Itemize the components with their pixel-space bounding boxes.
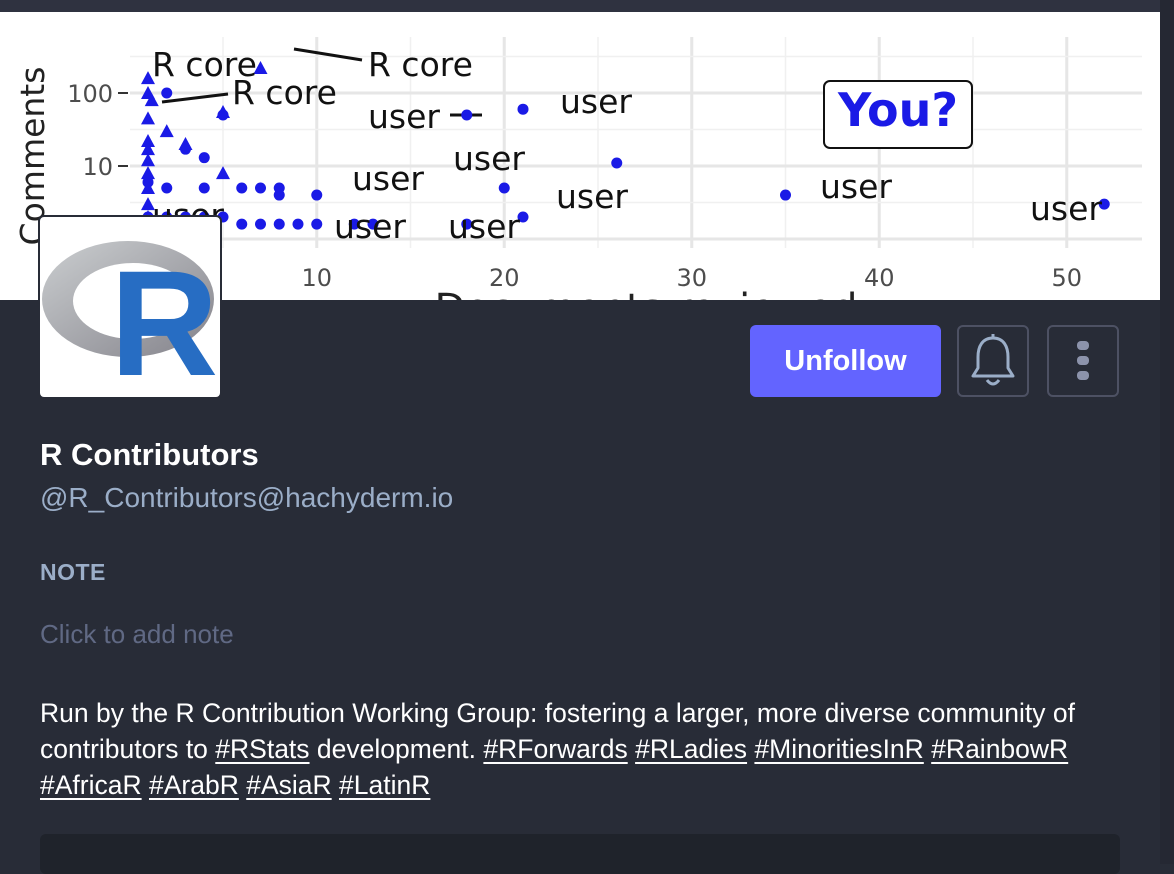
data-point-circle [780,189,791,201]
annotation-label: R core [232,73,337,112]
display-name: R Contributors [40,437,259,472]
hashtag-link[interactable]: #RForwards [483,734,627,764]
hashtag-link[interactable]: #RainbowR [931,734,1068,764]
account-bio: Run by the R Contribution Working Group:… [40,695,1120,803]
callout-text: You? [837,83,958,137]
avatar-letter: R [110,239,218,397]
annotation-label: user [556,177,628,216]
data-point-circle [311,189,323,201]
note-label: NOTE [40,559,106,585]
vertical-ellipsis-icon [1077,341,1089,380]
x-tick-label: 20 [489,264,520,292]
hashtag-link[interactable]: #AfricaR [40,770,142,800]
r-logo-icon: R [42,239,218,397]
data-point-triangle [141,111,155,125]
data-point-triangle [216,166,230,180]
data-point-circle [180,143,191,155]
bell-icon [971,334,1015,386]
data-point-circle [255,182,266,194]
scrollbar-track[interactable] [1160,0,1174,864]
account-handle[interactable]: @R_Contributors@hachyderm.io [40,482,453,514]
data-point-circle [217,109,229,121]
data-point-circle [236,182,248,194]
annotation-label: user [1030,189,1102,228]
annotation-label: user [448,207,520,246]
data-point-circle [161,182,173,194]
data-point-circle [236,218,248,230]
label-leader [161,92,229,104]
x-tick-label: 50 [1051,264,1082,292]
chart-title: Contributors [132,12,381,20]
y-tick-label: 100 [67,80,113,108]
hashtag-link[interactable]: #ArabR [149,770,239,800]
annotation-label: user [560,82,632,121]
data-point-triangle [159,124,174,138]
note-input[interactable]: Click to add note [40,619,234,650]
x-tick-label: 40 [864,264,895,292]
data-point-circle [198,152,210,164]
annotation-label: user [453,139,525,178]
y-tick-label: 10 [82,153,113,181]
hashtag-link[interactable]: #RStats [215,734,309,764]
annotation-label: user [352,159,424,198]
data-point-circle [273,218,285,230]
top-bar [0,0,1174,12]
data-point-circle [142,176,154,188]
x-tick-label: 30 [676,264,707,292]
data-point-circle [198,182,210,194]
annotation-label: user [368,97,440,136]
data-point-circle [461,109,473,121]
data-point-circle [311,218,323,230]
chart-grid [130,37,1142,248]
data-point-circle [161,87,173,99]
annotation-label: user [334,207,406,246]
profile-fields [40,834,1120,874]
label-leader [293,47,363,62]
data-point-circle [498,182,510,194]
hashtag-link[interactable]: #LatinR [339,770,430,800]
data-point-circle [517,103,529,115]
data-point-circle [611,157,623,169]
data-point-circle [273,182,285,194]
data-point-circle [255,218,266,230]
annotation-label: user [820,167,892,206]
more-options-button[interactable] [1047,325,1119,397]
data-point-circle [292,218,304,230]
notify-button[interactable] [957,325,1029,397]
annotation-label: R core [368,45,473,84]
hashtag-link[interactable]: #RLadies [635,734,747,764]
hashtag-link[interactable]: #AsiaR [246,770,331,800]
unfollow-button[interactable]: Unfollow [750,325,941,397]
hashtag-link[interactable]: #MinoritiesInR [754,734,923,764]
x-tick-label: 10 [301,264,332,292]
bio-text: development. [309,734,484,764]
avatar[interactable]: R [38,215,222,399]
